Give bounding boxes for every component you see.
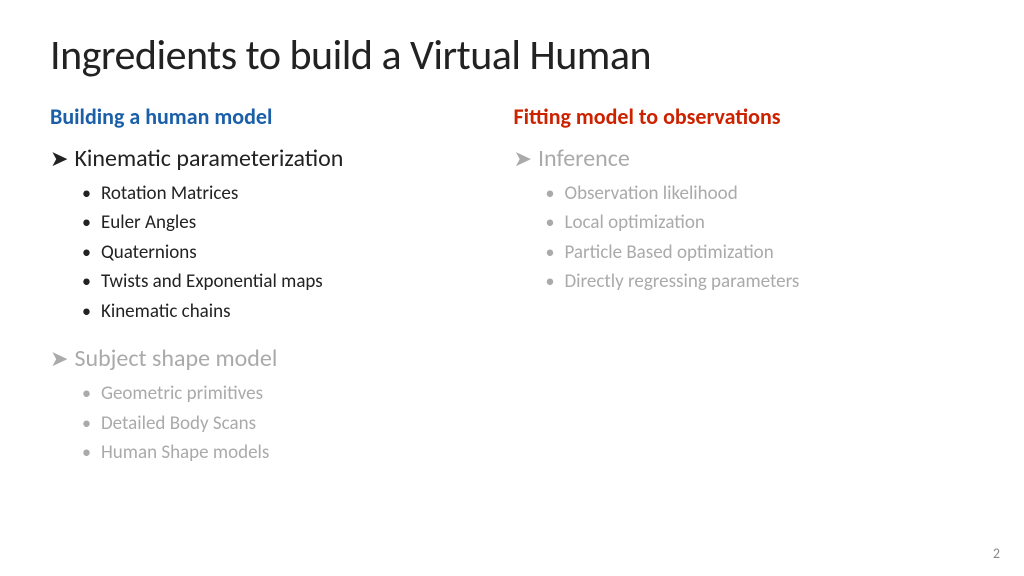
kinematic-bullets: Rotation Matrices Euler Angles Quaternio… — [82, 179, 474, 326]
col-left: Building a human model ➤ Kinematic param… — [50, 103, 494, 486]
list-item: Observation likelihood — [546, 179, 974, 208]
list-item: Human Shape models — [82, 438, 474, 467]
shape-bullets: Geometric primitives Detailed Body Scans… — [82, 379, 474, 467]
inference-label: Inference — [538, 144, 630, 173]
kinematic-label: Kinematic parameterization — [74, 144, 343, 173]
slide: Ingredients to build a Virtual Human Bui… — [0, 0, 1024, 576]
columns: Building a human model ➤ Kinematic param… — [50, 103, 974, 486]
inference-bullets: Observation likelihood Local optimizatio… — [546, 179, 974, 297]
inference-arrow: ➤ — [514, 145, 532, 172]
list-item: Detailed Body Scans — [82, 409, 474, 438]
list-item: Twists and Exponential maps — [82, 267, 474, 296]
list-item: Geometric primitives — [82, 379, 474, 408]
list-item: Euler Angles — [82, 208, 474, 237]
list-item: Directly regressing parameters — [546, 267, 974, 296]
left-col-heading: Building a human model — [50, 103, 474, 130]
section-inference-header: ➤ Inference — [514, 144, 974, 173]
page-number: 2 — [993, 545, 1000, 562]
list-item: Local optimization — [546, 208, 974, 237]
col-right: Fitting model to observations ➤ Inferenc… — [494, 103, 974, 486]
shape-label: Subject shape model — [74, 344, 277, 373]
list-item: Rotation Matrices — [82, 179, 474, 208]
kinematic-arrow: ➤ — [50, 145, 68, 172]
slide-title: Ingredients to build a Virtual Human — [50, 30, 974, 81]
right-col-heading: Fitting model to observations — [514, 103, 974, 130]
section-shape-header: ➤ Subject shape model — [50, 344, 474, 373]
list-item: Particle Based optimization — [546, 238, 974, 267]
list-item: Quaternions — [82, 238, 474, 267]
section-kinematic-header: ➤ Kinematic parameterization — [50, 144, 474, 173]
list-item: Kinematic chains — [82, 297, 474, 326]
shape-arrow: ➤ — [50, 345, 68, 372]
